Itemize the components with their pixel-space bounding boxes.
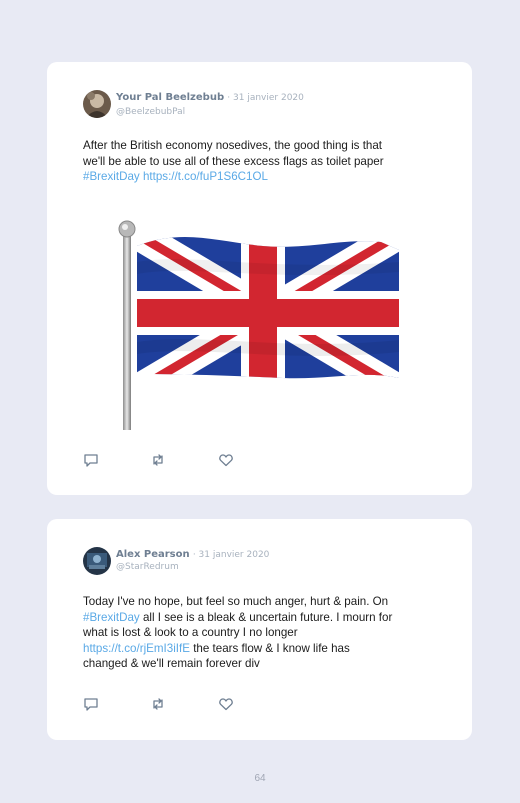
reply-icon[interactable]: [83, 696, 99, 712]
tweet-text-line: changed & we'll remain forever div: [83, 657, 260, 670]
tweet-text-line: Today I've no hope, but feel so much ang…: [83, 595, 389, 608]
avatar[interactable]: [83, 90, 111, 118]
author-handle[interactable]: @BeelzebubPal: [116, 107, 185, 117]
retweet-icon[interactable]: [150, 696, 166, 712]
tweet-text: After the British economy nosedives, the…: [83, 138, 445, 185]
tweet-text-line: the tears flow & I know life has: [193, 641, 350, 655]
tweet-date[interactable]: · 31 janvier 2020: [227, 93, 304, 103]
like-icon[interactable]: [218, 452, 234, 468]
author-handle[interactable]: @StarRedrum: [116, 562, 179, 572]
author-name[interactable]: Alex Pearson: [116, 549, 190, 560]
author-line: Your Pal Beelzebub · 31 janvier 2020: [116, 92, 304, 103]
tweet-text: Today I've no hope, but feel so much ang…: [83, 594, 445, 672]
tweet-text-line: all I see is a bleak & uncertain future.…: [142, 610, 393, 624]
tweet-media-flag[interactable]: [113, 202, 405, 432]
hashtag-link[interactable]: #BrexitDay: [83, 170, 140, 183]
tweet-text-line: what is lost & look to a country I no lo…: [83, 626, 298, 639]
page-number: 64: [254, 773, 266, 784]
tweet-text-line: we'll be able to use all of these excess…: [83, 154, 384, 168]
author-name[interactable]: Your Pal Beelzebub: [116, 92, 224, 103]
tweet-card: Alex Pearson · 31 janvier 2020 @StarRedr…: [47, 519, 472, 740]
flag-pole: [123, 232, 131, 430]
author-line: Alex Pearson · 31 janvier 2020: [116, 549, 269, 560]
tweet-url-link[interactable]: https://t.co/rjEmI3iIfE: [83, 642, 190, 655]
tweet-card: Your Pal Beelzebub · 31 janvier 2020 @Be…: [47, 62, 472, 495]
like-icon[interactable]: [218, 696, 234, 712]
reply-icon[interactable]: [83, 452, 99, 468]
tweet-date[interactable]: · 31 janvier 2020: [193, 550, 270, 560]
retweet-icon[interactable]: [150, 452, 166, 468]
avatar[interactable]: [83, 547, 111, 575]
tweet-url-link[interactable]: https://t.co/fuP1S6C1OL: [143, 170, 268, 183]
hashtag-link[interactable]: #BrexitDay: [83, 611, 140, 624]
tweet-text-line: After the British economy nosedives, the…: [83, 139, 383, 152]
